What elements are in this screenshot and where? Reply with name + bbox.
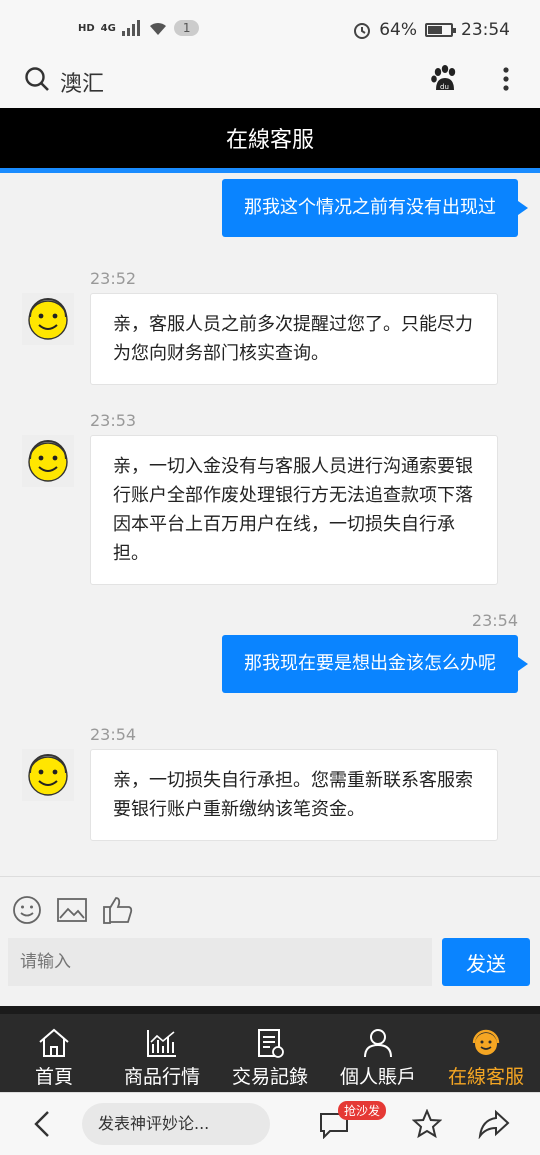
- hot-badge: 抢沙发: [338, 1101, 387, 1120]
- battery-icon: [425, 23, 456, 37]
- status-left: HD 4G 1: [78, 20, 200, 36]
- network-indicator: 4G: [100, 22, 116, 34]
- battery-percent: 64%: [379, 20, 417, 40]
- tab-label: 在線客服: [447, 1066, 524, 1088]
- agent-avatar-icon: [22, 293, 74, 345]
- tab-label: 商品行情: [123, 1066, 200, 1088]
- agent-message: 亲，一切损失自行承担。您需重新联系客服索要银行账户重新缴纳该笔资金。: [90, 749, 498, 841]
- comment-input[interactable]: 发表神评妙论...: [82, 1103, 270, 1145]
- status-bar: HD 4G 1 64% 23:54: [0, 0, 540, 62]
- chart-icon: [147, 1030, 176, 1057]
- message-timestamp: 23:52: [90, 269, 137, 288]
- star-icon[interactable]: [412, 1109, 442, 1139]
- tab-label: 首頁: [34, 1066, 73, 1088]
- browser-bottom-bar: 发表神评妙论... 抢沙发: [0, 1092, 540, 1155]
- agent-message: 亲，客服人员之前多次提醒过您了。只能尽力为您向财务部门核实查询。: [90, 293, 498, 385]
- svg-text:du: du: [440, 83, 449, 91]
- wifi-icon: [149, 22, 166, 35]
- records-icon: [258, 1029, 284, 1058]
- message-timestamp: 23:54: [90, 725, 137, 744]
- baidu-paw-icon[interactable]: du: [430, 64, 460, 94]
- user-message: 那我这个情况之前有没有出现过: [222, 179, 528, 237]
- user-message: 那我现在要是想出金该怎么办呢: [222, 635, 528, 693]
- tab-account[interactable]: 個人賬戶: [336, 1028, 420, 1089]
- alarm-icon: [354, 23, 371, 39]
- back-icon[interactable]: [30, 1109, 54, 1139]
- chat-area[interactable]: 那我这个情况之前有没有出现过 23:52 亲，客服人员之前多次提醒过您了。只能尽…: [0, 173, 540, 873]
- more-menu-icon[interactable]: [496, 64, 516, 94]
- clock: 23:54: [461, 20, 510, 40]
- agent-avatar-icon: [22, 749, 74, 801]
- hd-indicator: HD: [78, 22, 95, 34]
- tab-market[interactable]: 商品行情: [120, 1028, 204, 1089]
- status-right: 64% 23:54: [353, 20, 510, 40]
- search-query[interactable]: 澳汇: [60, 66, 104, 98]
- search-icon[interactable]: [24, 66, 50, 92]
- tab-label: 個人賬戶: [339, 1066, 416, 1088]
- input-tools: [0, 876, 540, 936]
- signal-icon: [121, 20, 140, 36]
- page-title: 在線客服: [225, 128, 314, 153]
- image-icon[interactable]: [56, 895, 88, 925]
- share-icon[interactable]: [478, 1109, 510, 1139]
- notification-count: 1: [173, 20, 200, 36]
- emoji-icon[interactable]: [12, 895, 44, 925]
- headset-icon: [472, 1029, 500, 1055]
- input-row: 发送: [0, 936, 540, 994]
- bottom-tab-bar: 首頁 商品行情 交易記錄 個人賬戶 在線客服: [0, 1006, 540, 1092]
- send-button[interactable]: 发送: [442, 938, 530, 986]
- message-timestamp: 23:53: [90, 411, 137, 430]
- page-header: 在線客服: [0, 108, 540, 168]
- tab-label: 交易記錄: [231, 1066, 308, 1088]
- tab-support[interactable]: 在線客服: [444, 1028, 528, 1089]
- tab-records[interactable]: 交易記錄: [228, 1028, 312, 1089]
- home-icon: [39, 1028, 69, 1057]
- user-icon: [364, 1029, 392, 1058]
- browser-search-bar: 澳汇 du: [0, 56, 540, 108]
- agent-message: 亲，一切入金没有与客服人员进行沟通索要银行账户全部作废处理银行方无法追查款项下落…: [90, 435, 498, 585]
- agent-avatar-icon: [22, 435, 74, 487]
- message-timestamp: 23:54: [471, 611, 518, 630]
- message-input[interactable]: [8, 938, 432, 986]
- tab-home[interactable]: 首頁: [34, 1028, 74, 1089]
- thumbs-up-icon[interactable]: [102, 895, 134, 925]
